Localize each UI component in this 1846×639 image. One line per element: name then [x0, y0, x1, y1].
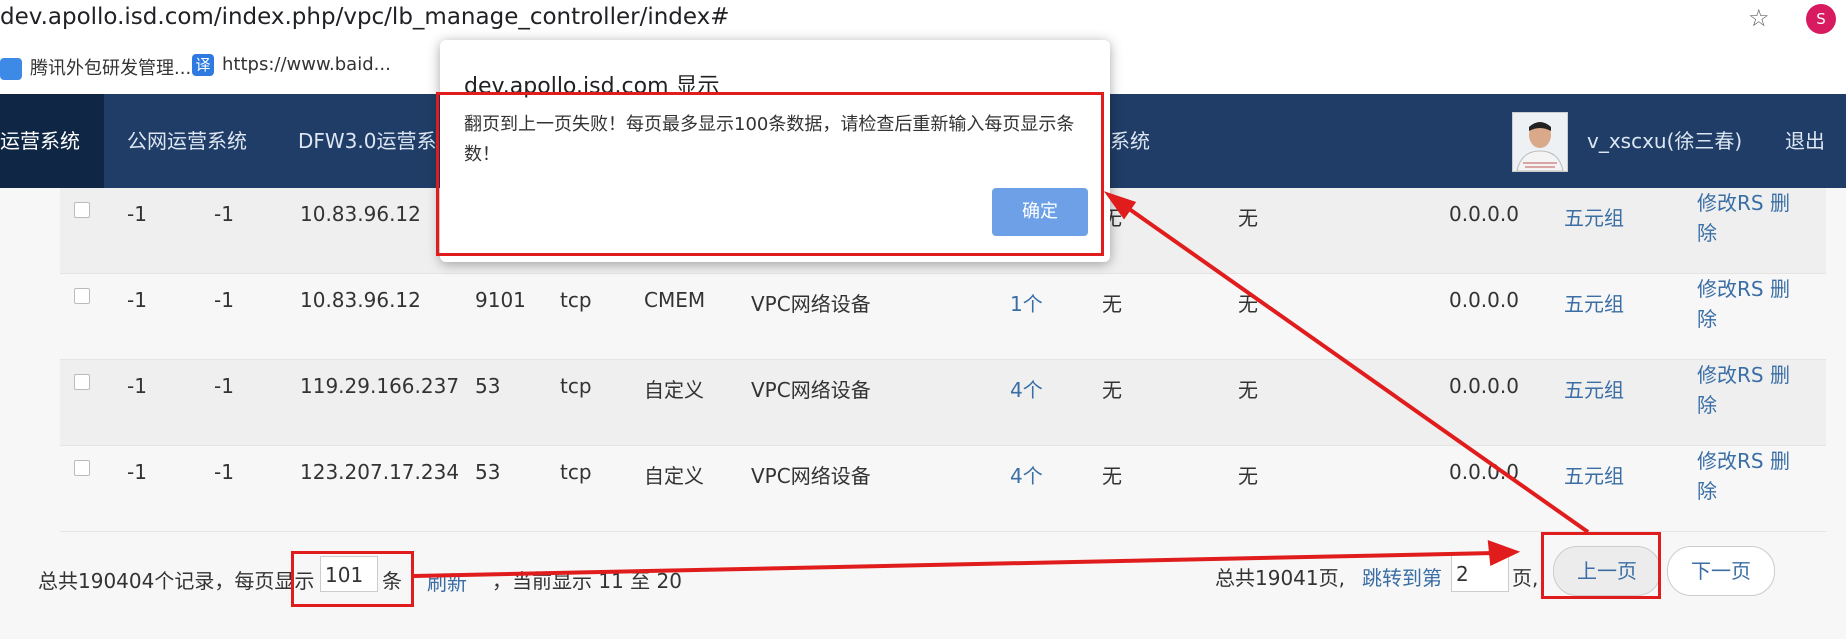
- arrow-head-up: [1103, 191, 1137, 220]
- arrow-to-prev-line: [413, 551, 1496, 578]
- annotation-arrows: [413, 191, 1590, 578]
- arrow-to-dialog-line: [1123, 204, 1590, 534]
- arrow-head-right: [1487, 540, 1521, 567]
